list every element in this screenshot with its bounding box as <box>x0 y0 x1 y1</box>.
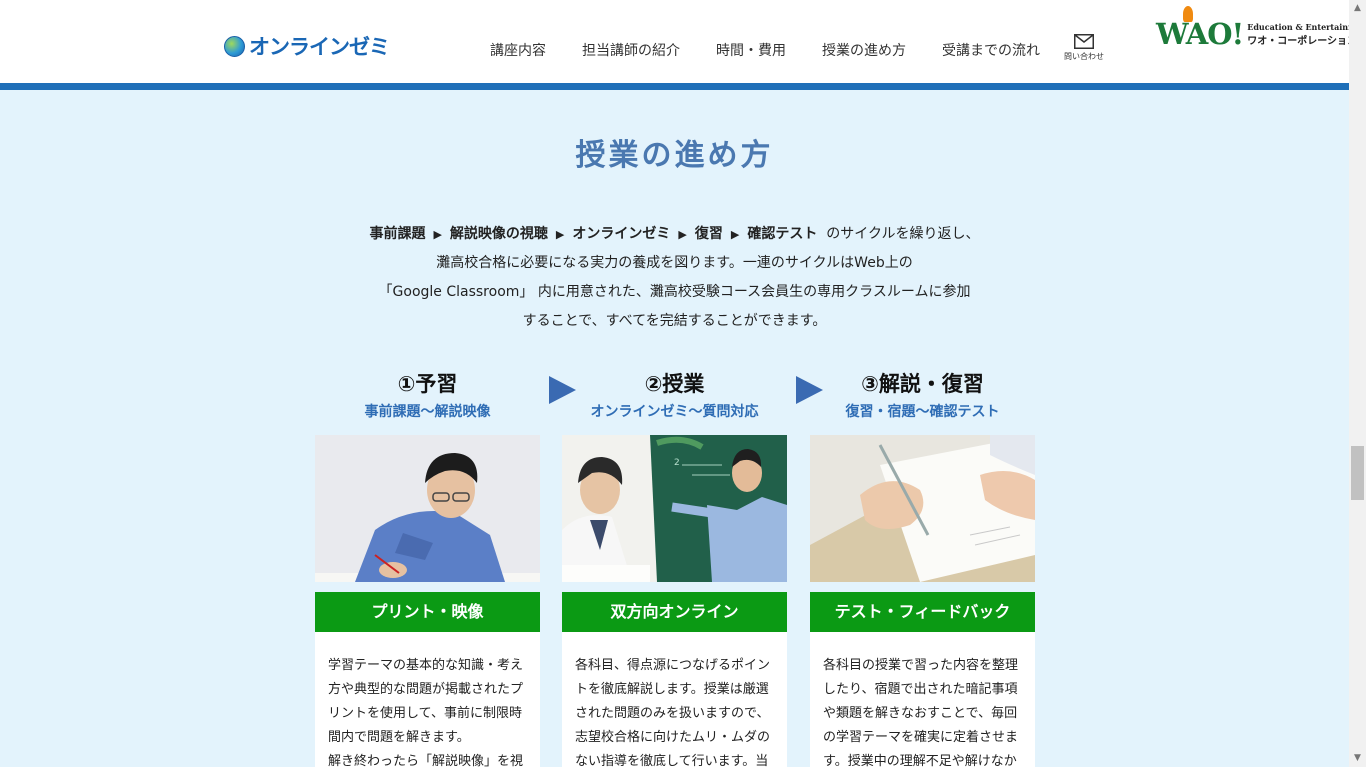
wao-mark: WAO! <box>1156 6 1244 51</box>
intro-line-4: することで、すべてを完結することができます。 <box>522 313 827 329</box>
step-title: ③解説・復習 <box>861 372 984 396</box>
wao-mark-text: WAO! <box>1156 17 1244 51</box>
contact-link[interactable]: 問い合わせ <box>1060 34 1108 62</box>
card-text-line: 方や典型的な問題が掲載されたプ <box>328 682 524 697</box>
step-subtitle: オンラインゼミ〜質問対応 <box>590 404 759 420</box>
globe-icon <box>224 35 245 57</box>
play-triangle-icon: ▶ <box>433 228 442 241</box>
card-text-line: したり、宿題で出された暗記事項 <box>823 682 1018 697</box>
card-text-line: 解き終わったら「解説映像」を視 <box>328 754 524 767</box>
card-text-line: トを徹底解説します。授業は厳選 <box>575 682 769 697</box>
nav-item-course[interactable]: 講座内容 <box>490 40 546 60</box>
step-subtitle: 復習・宿題〜確認テスト <box>845 404 1000 420</box>
cycle-steps: 事前課題 ▶ 解説映像の視聴 ▶ オンラインゼミ ▶ 復習 ▶ 確認テスト のサイクルを繰り返し… <box>0 220 1349 249</box>
play-triangle-icon: ▶ <box>555 228 565 241</box>
card-label: 双方向オンライン <box>562 592 787 632</box>
card-text-line: 各科目の授業で習った内容を整理 <box>823 658 1019 673</box>
step-heading-2: ②授業 オンラインゼミ〜質問対応 <box>562 368 787 421</box>
writing-test-photo <box>810 435 1035 582</box>
flame-icon <box>1183 6 1193 22</box>
card-gap <box>315 582 540 592</box>
card-text-line: 各科目、得点源につなげるポイン <box>575 658 771 673</box>
step-title: ②授業 <box>644 372 705 396</box>
scroll-up-arrow-icon[interactable]: ▲ <box>1349 0 1366 17</box>
intro-line-2: 灘高校合格に必要になる実力の養成を図ります。一連のサイクルはWeb上の <box>436 255 913 271</box>
step-card-2: 2 双方向オンライン 各科目、得点源につなげるポイン トを徹底解説します。授業は… <box>562 435 787 767</box>
intro-line-3: 「Google Classroom」 内に用意された、灘高校受験コース会員生の専… <box>378 284 971 300</box>
step-heading-1: ①予習 事前課題〜解説映像 <box>315 368 540 421</box>
site-logo[interactable]: オンラインゼミ <box>224 31 390 61</box>
nav-item-time-fee[interactable]: 時間・費用 <box>716 40 786 60</box>
card-text-line: 志望校合格に向けたムリ・ムダの <box>575 730 771 745</box>
site-header: オンラインゼミ 講座内容 担当講師の紹介 時間・費用 授業の進め方 受講までの流… <box>0 0 1366 84</box>
card-description: 学習テーマの基本的な知識・考え 方や典型的な問題が掲載されたプ リントを使用して… <box>315 632 540 767</box>
section-title: 授業の進め方 <box>575 138 774 173</box>
card-gap <box>810 582 1035 592</box>
mail-icon <box>1074 34 1094 49</box>
card-text-line: 学習テーマの基本的な知識・考え <box>328 658 524 673</box>
card-text-line: の学習テーマを確実に定着させま <box>823 730 1019 745</box>
card-text-line: す。授業中の理解不足や解けなか <box>823 754 1017 767</box>
page-scrollbar[interactable]: ▲ ▼ <box>1349 0 1366 767</box>
card-text-line: や類題を解きなおすことで、毎回 <box>823 706 1018 721</box>
card-label: テスト・フィードバック <box>810 592 1035 632</box>
scroll-thumb[interactable] <box>1351 446 1364 500</box>
student-studying-photo <box>315 435 540 582</box>
cycle-step: オンラインゼミ <box>572 226 671 242</box>
header-divider <box>0 83 1349 90</box>
card-label: プリント・映像 <box>315 592 540 632</box>
card-gap <box>562 582 787 592</box>
step-title: ①予習 <box>397 372 458 396</box>
wao-logo[interactable]: WAO! Education & Entertainment ワオ・コーポレーシ… <box>1156 6 1366 51</box>
nav-item-method[interactable]: 授業の進め方 <box>822 40 906 60</box>
step-card-1: プリント・映像 学習テーマの基本的な知識・考え 方や典型的な問題が掲載されたプ … <box>315 435 540 767</box>
scroll-down-arrow-icon[interactable]: ▼ <box>1349 750 1366 767</box>
card-text-line: リントを使用して、事前に制限時 <box>328 706 522 721</box>
card-description: 各科目、得点源につなげるポイン トを徹底解説します。授業は厳選 された問題のみを… <box>562 632 787 767</box>
cycle-step: 復習 <box>694 226 723 242</box>
card-text-line: 間内で問題を解きます。 <box>328 730 470 745</box>
card-description: 各科目の授業で習った内容を整理 したり、宿題で出された暗記事項 や類題を解きなお… <box>810 632 1035 767</box>
cycle-step: 確認テスト <box>747 226 818 242</box>
nav-item-flow[interactable]: 受講までの流れ <box>942 40 1040 60</box>
contact-label: 問い合わせ <box>1064 52 1104 61</box>
main-nav: 講座内容 担当講師の紹介 時間・費用 授業の進め方 受講までの流れ <box>490 40 1076 60</box>
intro-text: 事前課題 ▶ 解説映像の視聴 ▶ オンラインゼミ ▶ 復習 ▶ 確認テスト のサイクルを繰り返し… <box>0 220 1349 336</box>
card-text-line: された問題のみを扱いますので、 <box>575 706 770 721</box>
nav-item-teachers[interactable]: 担当講師の紹介 <box>582 40 680 60</box>
step-card-3: テスト・フィードバック 各科目の授業で習った内容を整理 したり、宿題で出された暗… <box>810 435 1035 767</box>
logo-text: オンラインゼミ <box>249 35 390 59</box>
step-heading-3: ③解説・復習 復習・宿題〜確認テスト <box>810 368 1035 421</box>
card-text-line: ない指導を徹底して行います。当 <box>575 754 769 767</box>
svg-text:2: 2 <box>674 458 680 468</box>
play-triangle-icon: ▶ <box>730 228 740 241</box>
cycle-step: 事前課題 <box>369 226 426 242</box>
cycle-tail: のサイクルを繰り返し、 <box>826 226 980 242</box>
step-subtitle: 事前課題〜解説映像 <box>364 404 491 420</box>
play-triangle-icon: ▶ <box>678 228 687 241</box>
cycle-step: 解説映像の視聴 <box>449 226 548 242</box>
online-class-photo: 2 <box>562 435 787 582</box>
